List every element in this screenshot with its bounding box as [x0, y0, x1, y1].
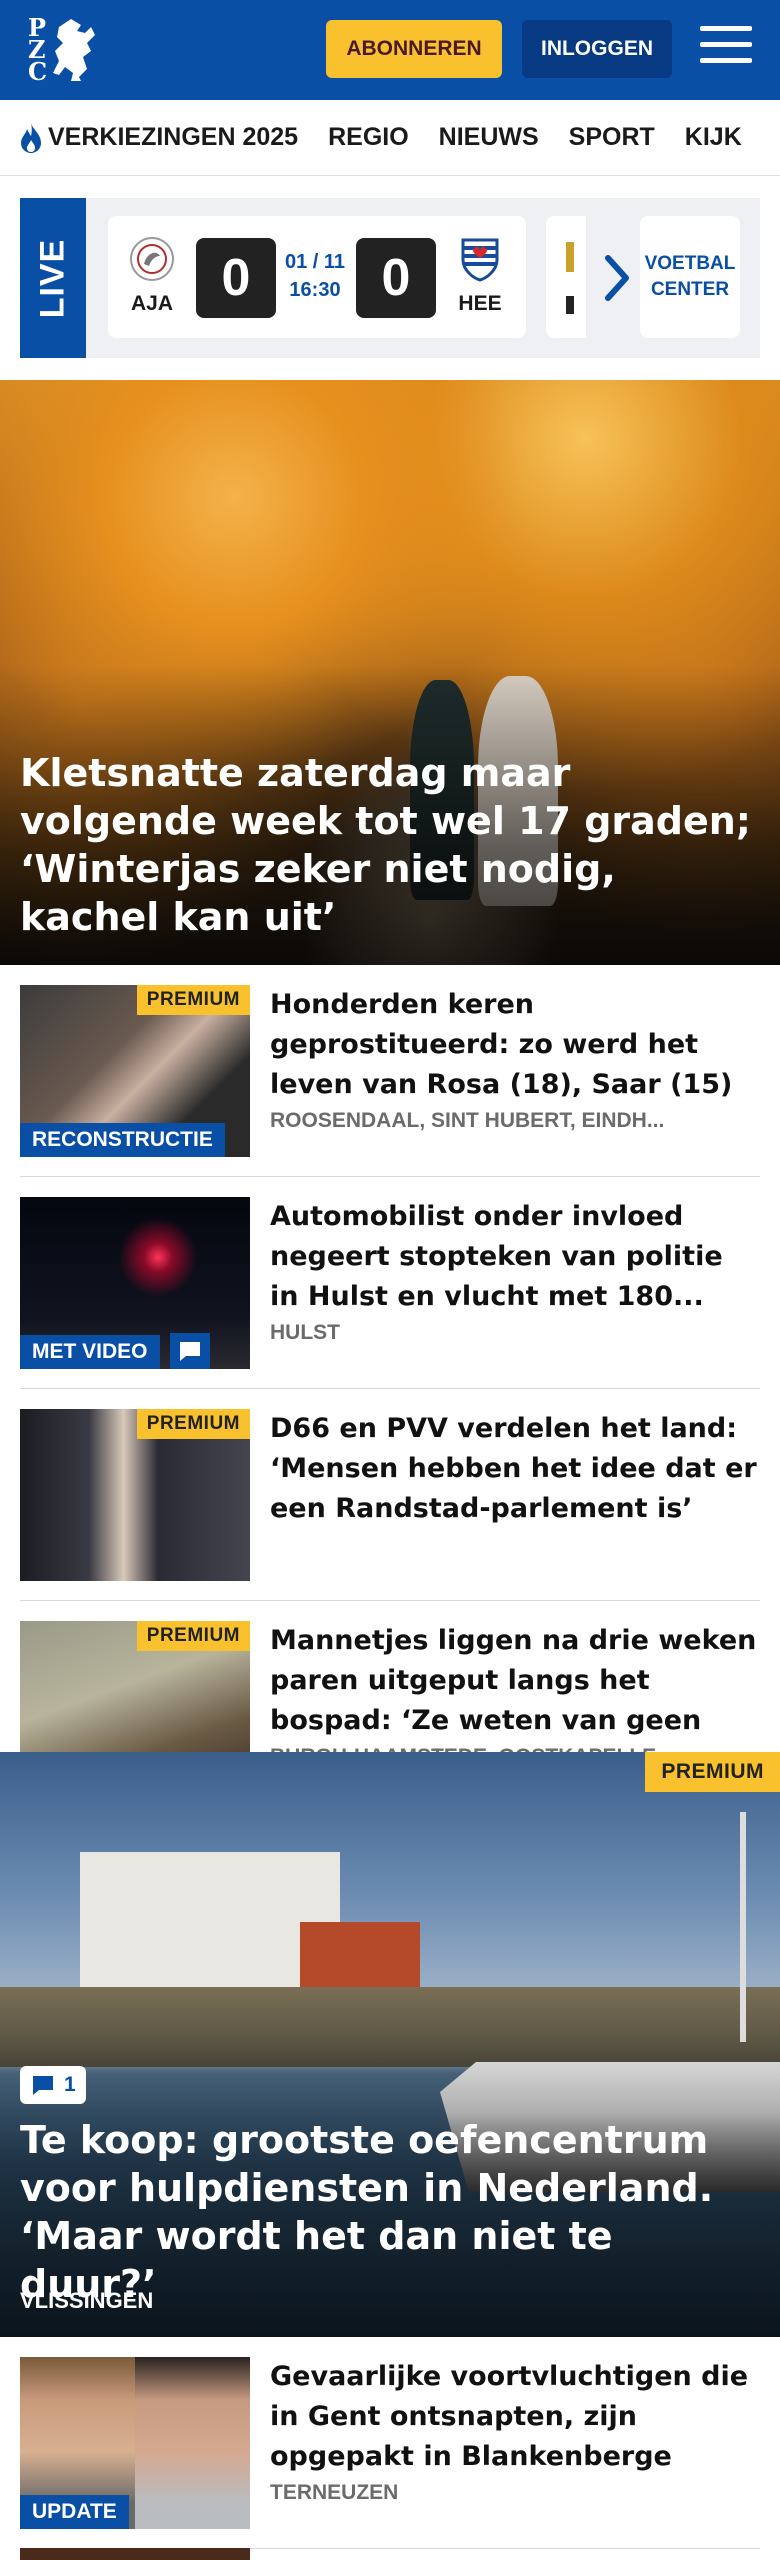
- next-article-peek: [20, 2548, 760, 2560]
- hero-article[interactable]: Kletsnatte zaterdag maar volgende week t…: [0, 380, 780, 965]
- home-team-name: AJA: [130, 292, 173, 315]
- top-bar: P Z C ABONNEREN INLOGGEN: [0, 0, 780, 100]
- feature-article[interactable]: PREMIUM 1 Te koop: grootste oefencentrum…: [0, 1752, 780, 2337]
- hero-title: Kletsnatte zaterdag maar volgende week t…: [20, 751, 751, 939]
- match-card[interactable]: AJA 0 01 / 11 16:30 0 HEE: [108, 216, 526, 338]
- live-scores-strip: LIVE AJA 0 01 / 11 16:30 0 HEE VOETBAL C…: [20, 198, 760, 358]
- subscribe-button[interactable]: ABONNEREN: [326, 20, 502, 78]
- article-location: ROOSENDAAL, SINT HUBERT, EINDH...: [270, 1109, 665, 1132]
- comment-icon: [170, 1333, 210, 1369]
- premium-badge: PREMIUM: [645, 1752, 780, 1792]
- comment-icon: [33, 2076, 53, 2095]
- nav-item-nieuws[interactable]: NIEUWS: [439, 123, 539, 152]
- premium-badge: PREMIUM: [136, 985, 250, 1015]
- home-team: AJA: [122, 236, 182, 316]
- article-thumbnail: PREMIUM RECONSTRUCTIE: [20, 985, 250, 1157]
- list-item[interactable]: UPDATE Gevaarlijke voortvluchtigen die i…: [20, 2357, 760, 2549]
- nav-label-verkiezingen: VERKIEZINGEN 2025: [48, 123, 299, 151]
- away-team-name: HEE: [458, 292, 502, 315]
- next-match-card[interactable]: [546, 216, 586, 338]
- team-crest-icon: [566, 242, 574, 314]
- match-time: 01 / 11 16:30: [284, 248, 346, 304]
- photo-right: [135, 2357, 250, 2529]
- article-label: MET VIDEO: [20, 1335, 160, 1369]
- article-location: HULST: [270, 1321, 340, 1344]
- hamburger-menu-icon[interactable]: [700, 26, 752, 72]
- article-title: Mannetjes liggen na drie weken paren uit…: [270, 1625, 757, 1736]
- comment-count: 1: [64, 2073, 76, 2096]
- voetbal-center-button[interactable]: VOETBAL CENTER: [640, 216, 740, 338]
- article-location: TERNEUZEN: [270, 2481, 399, 2504]
- premium-badge: PREMIUM: [136, 1409, 250, 1439]
- feature-title: Te koop: grootste oefencentrum voor hulp…: [20, 2118, 714, 2306]
- article-title: D66 en PVV verdelen het land: ‘Mensen he…: [270, 1413, 757, 1524]
- logo-letters: P Z C: [28, 16, 48, 86]
- live-tag: LIVE: [20, 198, 86, 358]
- away-team: HEE: [450, 236, 510, 316]
- nav-item-verkiezingen[interactable]: VERKIEZINGEN 2025: [18, 122, 298, 154]
- match-kickoff: 16:30: [289, 279, 341, 301]
- article-label: RECONSTRUCTIE: [20, 1123, 225, 1157]
- premium-badge: PREMIUM: [136, 1621, 250, 1651]
- article-title: Gevaarlijke voortvluchtigen die in Gent …: [270, 2361, 749, 2472]
- nav-item-regio[interactable]: REGIO: [328, 123, 409, 152]
- feature-image-mast: [740, 1812, 746, 2042]
- ajax-crest-icon: [130, 237, 174, 281]
- lion-logo-icon: [53, 19, 96, 81]
- heerenveen-crest-icon: [461, 238, 499, 282]
- login-button[interactable]: INLOGGEN: [522, 20, 672, 78]
- article-list: PREMIUM RECONSTRUCTIE Honderden keren ge…: [20, 985, 760, 1813]
- match-date: 01 / 11: [284, 251, 346, 273]
- home-score: 0: [196, 238, 276, 318]
- list-item[interactable]: MET VIDEO Automobilist onder invloed neg…: [20, 1197, 760, 1389]
- logo-letter-c: C: [28, 57, 48, 86]
- article-label: UPDATE: [20, 2495, 129, 2529]
- live-label: LIVE: [33, 238, 72, 318]
- article-title: Automobilist onder invloed negeert stopt…: [270, 1201, 723, 1312]
- feature-location: VLISSINGEN: [20, 2288, 154, 2313]
- article-list-2: UPDATE Gevaarlijke voortvluchtigen die i…: [20, 2357, 760, 2549]
- article-title: Honderden keren geprostitueerd: zo werd …: [270, 989, 733, 1100]
- article-thumbnail: MET VIDEO: [20, 1197, 250, 1369]
- comment-count-badge: 1: [20, 2066, 86, 2104]
- article-thumbnail: UPDATE: [20, 2357, 250, 2529]
- away-score: 0: [356, 238, 436, 318]
- list-item[interactable]: PREMIUM D66 en PVV verdelen het land: ‘M…: [20, 1409, 760, 1601]
- nav-item-sport[interactable]: SPORT: [569, 123, 655, 152]
- article-thumbnail: PREMIUM: [20, 1409, 250, 1581]
- logo[interactable]: P Z C: [28, 16, 97, 86]
- nav-item-kijk[interactable]: KIJK: [685, 123, 742, 152]
- chevron-right-icon[interactable]: [598, 250, 638, 306]
- flame-icon: [21, 122, 41, 153]
- list-item[interactable]: PREMIUM RECONSTRUCTIE Honderden keren ge…: [20, 985, 760, 1177]
- article-thumbnail: [20, 2548, 250, 2560]
- main-nav: VERKIEZINGEN 2025 REGIO NIEUWS SPORT KIJ…: [0, 100, 780, 176]
